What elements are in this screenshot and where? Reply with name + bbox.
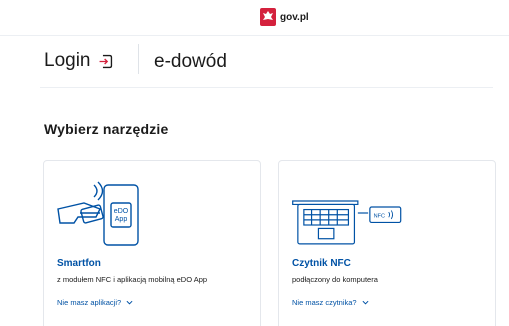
svg-text:App: App	[115, 216, 128, 223]
chevron-down-icon[interactable]	[126, 300, 133, 305]
service-name: e-dowód	[154, 51, 227, 72]
login-label: Login	[44, 50, 91, 71]
card-title[interactable]: Czytnik NFC	[292, 258, 351, 269]
login-icon	[99, 54, 112, 68]
gov-brand-text: gov.pl	[280, 11, 309, 23]
chevron-down-icon[interactable]	[362, 300, 369, 305]
no-app-link-label[interactable]: Nie masz aplikacji?	[57, 298, 121, 307]
section-title: Wybierz narzędzie	[44, 121, 169, 137]
card-subtitle: z modułem NFC i aplikacją mobilną eDO Ap…	[57, 275, 208, 284]
header-divider	[138, 44, 139, 74]
nfc-reader-laptop-illustration-icon: NFC	[292, 200, 402, 245]
card-subtitle: podłączony do komputera	[292, 275, 378, 284]
header-rule	[40, 87, 493, 88]
card-title[interactable]: Smartfon	[57, 258, 101, 269]
card-czytnik-nfc[interactable]: NFC Czytnik NFC podłączony do komputera …	[278, 160, 496, 326]
no-reader-link[interactable]: Nie masz czytnika?	[292, 298, 369, 307]
svg-text:NFC: NFC	[374, 213, 385, 219]
card-smartfon[interactable]: eDO App Smartfon z modułem NFC i aplikac…	[43, 160, 261, 326]
top-bar: gov.pl	[0, 0, 509, 36]
gov-logo[interactable]: gov.pl	[260, 8, 309, 26]
eagle-emblem-icon	[260, 8, 276, 26]
smartphone-nfc-illustration-icon: eDO App	[57, 181, 139, 246]
svg-text:eDO: eDO	[114, 208, 129, 215]
no-app-link[interactable]: Nie masz aplikacji?	[57, 298, 133, 307]
login-heading: Login	[44, 50, 114, 72]
no-reader-link-label[interactable]: Nie masz czytnika?	[292, 298, 357, 307]
